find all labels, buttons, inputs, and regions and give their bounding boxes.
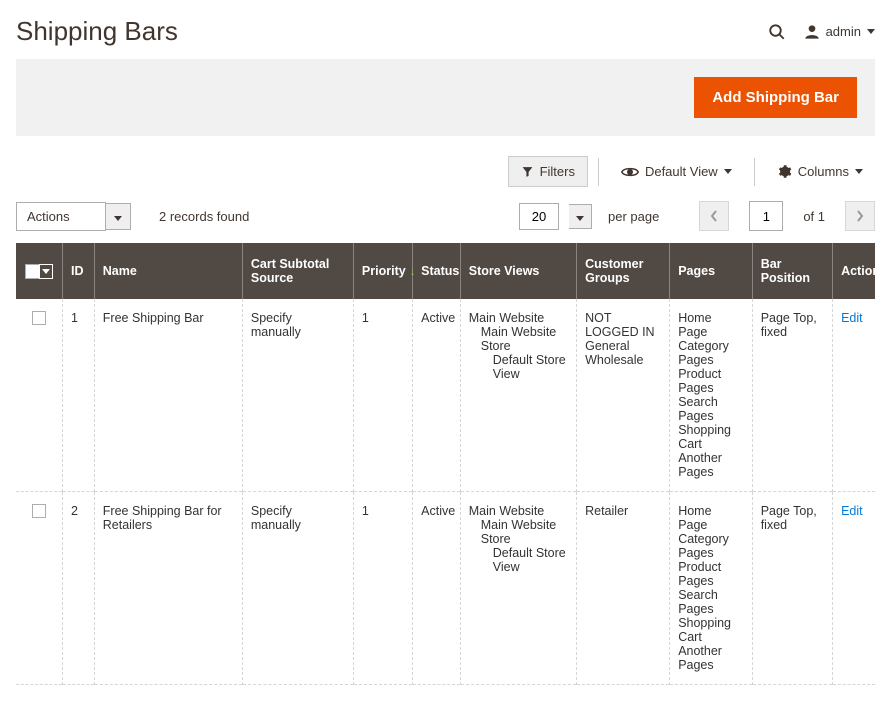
of-pages: of 1 [803, 209, 825, 224]
cell-barpos: Page Top, fixed [752, 492, 832, 685]
table-row[interactable]: 2 Free Shipping Bar for Retailers Specif… [16, 492, 875, 685]
caret-down-icon [867, 29, 875, 34]
store-l1: Main Website Store [469, 518, 568, 546]
separator [598, 158, 599, 186]
per-page-toggle[interactable] [569, 204, 592, 229]
caret-down-icon [855, 169, 863, 174]
cell-status: Active [413, 299, 461, 492]
cell-stores: Main Website Main Website Store Default … [460, 299, 576, 492]
cell-status: Active [413, 492, 461, 685]
store-l0: Main Website [469, 311, 545, 325]
cell-barpos: Page Top, fixed [752, 299, 832, 492]
col-header-groups[interactable]: Customer Groups [577, 243, 670, 299]
cell-priority: 1 [353, 492, 412, 685]
actions-dropdown[interactable]: Actions [16, 202, 131, 231]
cell-stores: Main Website Main Website Store Default … [460, 492, 576, 685]
default-view-button[interactable]: Default View [609, 157, 744, 186]
filters-label: Filters [540, 164, 575, 179]
data-grid: ID Name Cart Subtotal Source Priority↓ S… [16, 243, 875, 685]
actions-label: Actions [16, 202, 106, 231]
next-page-button[interactable] [845, 201, 875, 231]
store-l0: Main Website [469, 504, 545, 518]
store-l1: Main Website Store [469, 325, 568, 353]
filters-button[interactable]: Filters [508, 156, 588, 187]
cell-id: 2 [63, 492, 95, 685]
col-header-stores[interactable]: Store Views [460, 243, 576, 299]
cell-name: Free Shipping Bar [94, 299, 242, 492]
cell-source: Specify manually [242, 299, 353, 492]
row-checkbox[interactable] [32, 504, 46, 518]
caret-down-icon [576, 216, 584, 221]
columns-button[interactable]: Columns [765, 157, 875, 186]
cell-groups: NOT LOGGED IN General Wholesale [577, 299, 670, 492]
cell-id: 1 [63, 299, 95, 492]
cell-name: Free Shipping Bar for Retailers [94, 492, 242, 685]
cell-pages: Home Page Category Pages Product Pages S… [670, 492, 753, 685]
col-header-status[interactable]: Status [413, 243, 461, 299]
col-header-checkbox[interactable] [16, 243, 63, 299]
user-icon [804, 24, 820, 40]
select-all-dropdown[interactable] [39, 264, 53, 279]
caret-down-icon [724, 169, 732, 174]
records-found: 2 records found [159, 209, 249, 224]
page-title: Shipping Bars [16, 16, 178, 47]
cell-priority: 1 [353, 299, 412, 492]
col-header-priority[interactable]: Priority↓ [353, 243, 412, 299]
cell-pages: Home Page Category Pages Product Pages S… [670, 299, 753, 492]
store-l2: Default Store View [469, 353, 568, 381]
edit-link[interactable]: Edit [841, 311, 863, 325]
select-all-checkbox[interactable] [25, 264, 40, 279]
user-menu[interactable]: admin [804, 24, 875, 40]
funnel-icon [521, 165, 534, 178]
per-page-input[interactable] [519, 203, 559, 230]
sort-arrow-icon: ↓ [410, 266, 416, 278]
cell-groups: Retailer [577, 492, 670, 685]
col-header-id[interactable]: ID [63, 243, 95, 299]
prev-page-button[interactable] [699, 201, 729, 231]
chevron-left-icon [710, 210, 718, 222]
col-header-name[interactable]: Name [94, 243, 242, 299]
chevron-right-icon [856, 210, 864, 222]
user-name: admin [826, 24, 861, 39]
col-header-barpos[interactable]: Bar Position [752, 243, 832, 299]
caret-down-icon [42, 269, 50, 274]
edit-link[interactable]: Edit [841, 504, 863, 518]
per-page-label: per page [608, 209, 659, 224]
cell-source: Specify manually [242, 492, 353, 685]
search-icon[interactable] [768, 23, 786, 41]
default-view-label: Default View [645, 164, 718, 179]
row-checkbox[interactable] [32, 311, 46, 325]
col-header-pages[interactable]: Pages [670, 243, 753, 299]
gear-icon [777, 164, 792, 179]
table-row[interactable]: 1 Free Shipping Bar Specify manually 1 A… [16, 299, 875, 492]
col-header-action: Action [833, 243, 875, 299]
separator [754, 158, 755, 186]
col-header-source[interactable]: Cart Subtotal Source [242, 243, 353, 299]
caret-down-icon [114, 216, 122, 221]
col-header-priority-label: Priority [362, 264, 406, 278]
eye-icon [621, 165, 639, 179]
columns-label: Columns [798, 164, 849, 179]
add-shipping-bar-button[interactable]: Add Shipping Bar [694, 77, 857, 118]
store-l2: Default Store View [469, 546, 568, 574]
actions-toggle[interactable] [106, 203, 131, 230]
page-number-input[interactable] [749, 201, 783, 231]
